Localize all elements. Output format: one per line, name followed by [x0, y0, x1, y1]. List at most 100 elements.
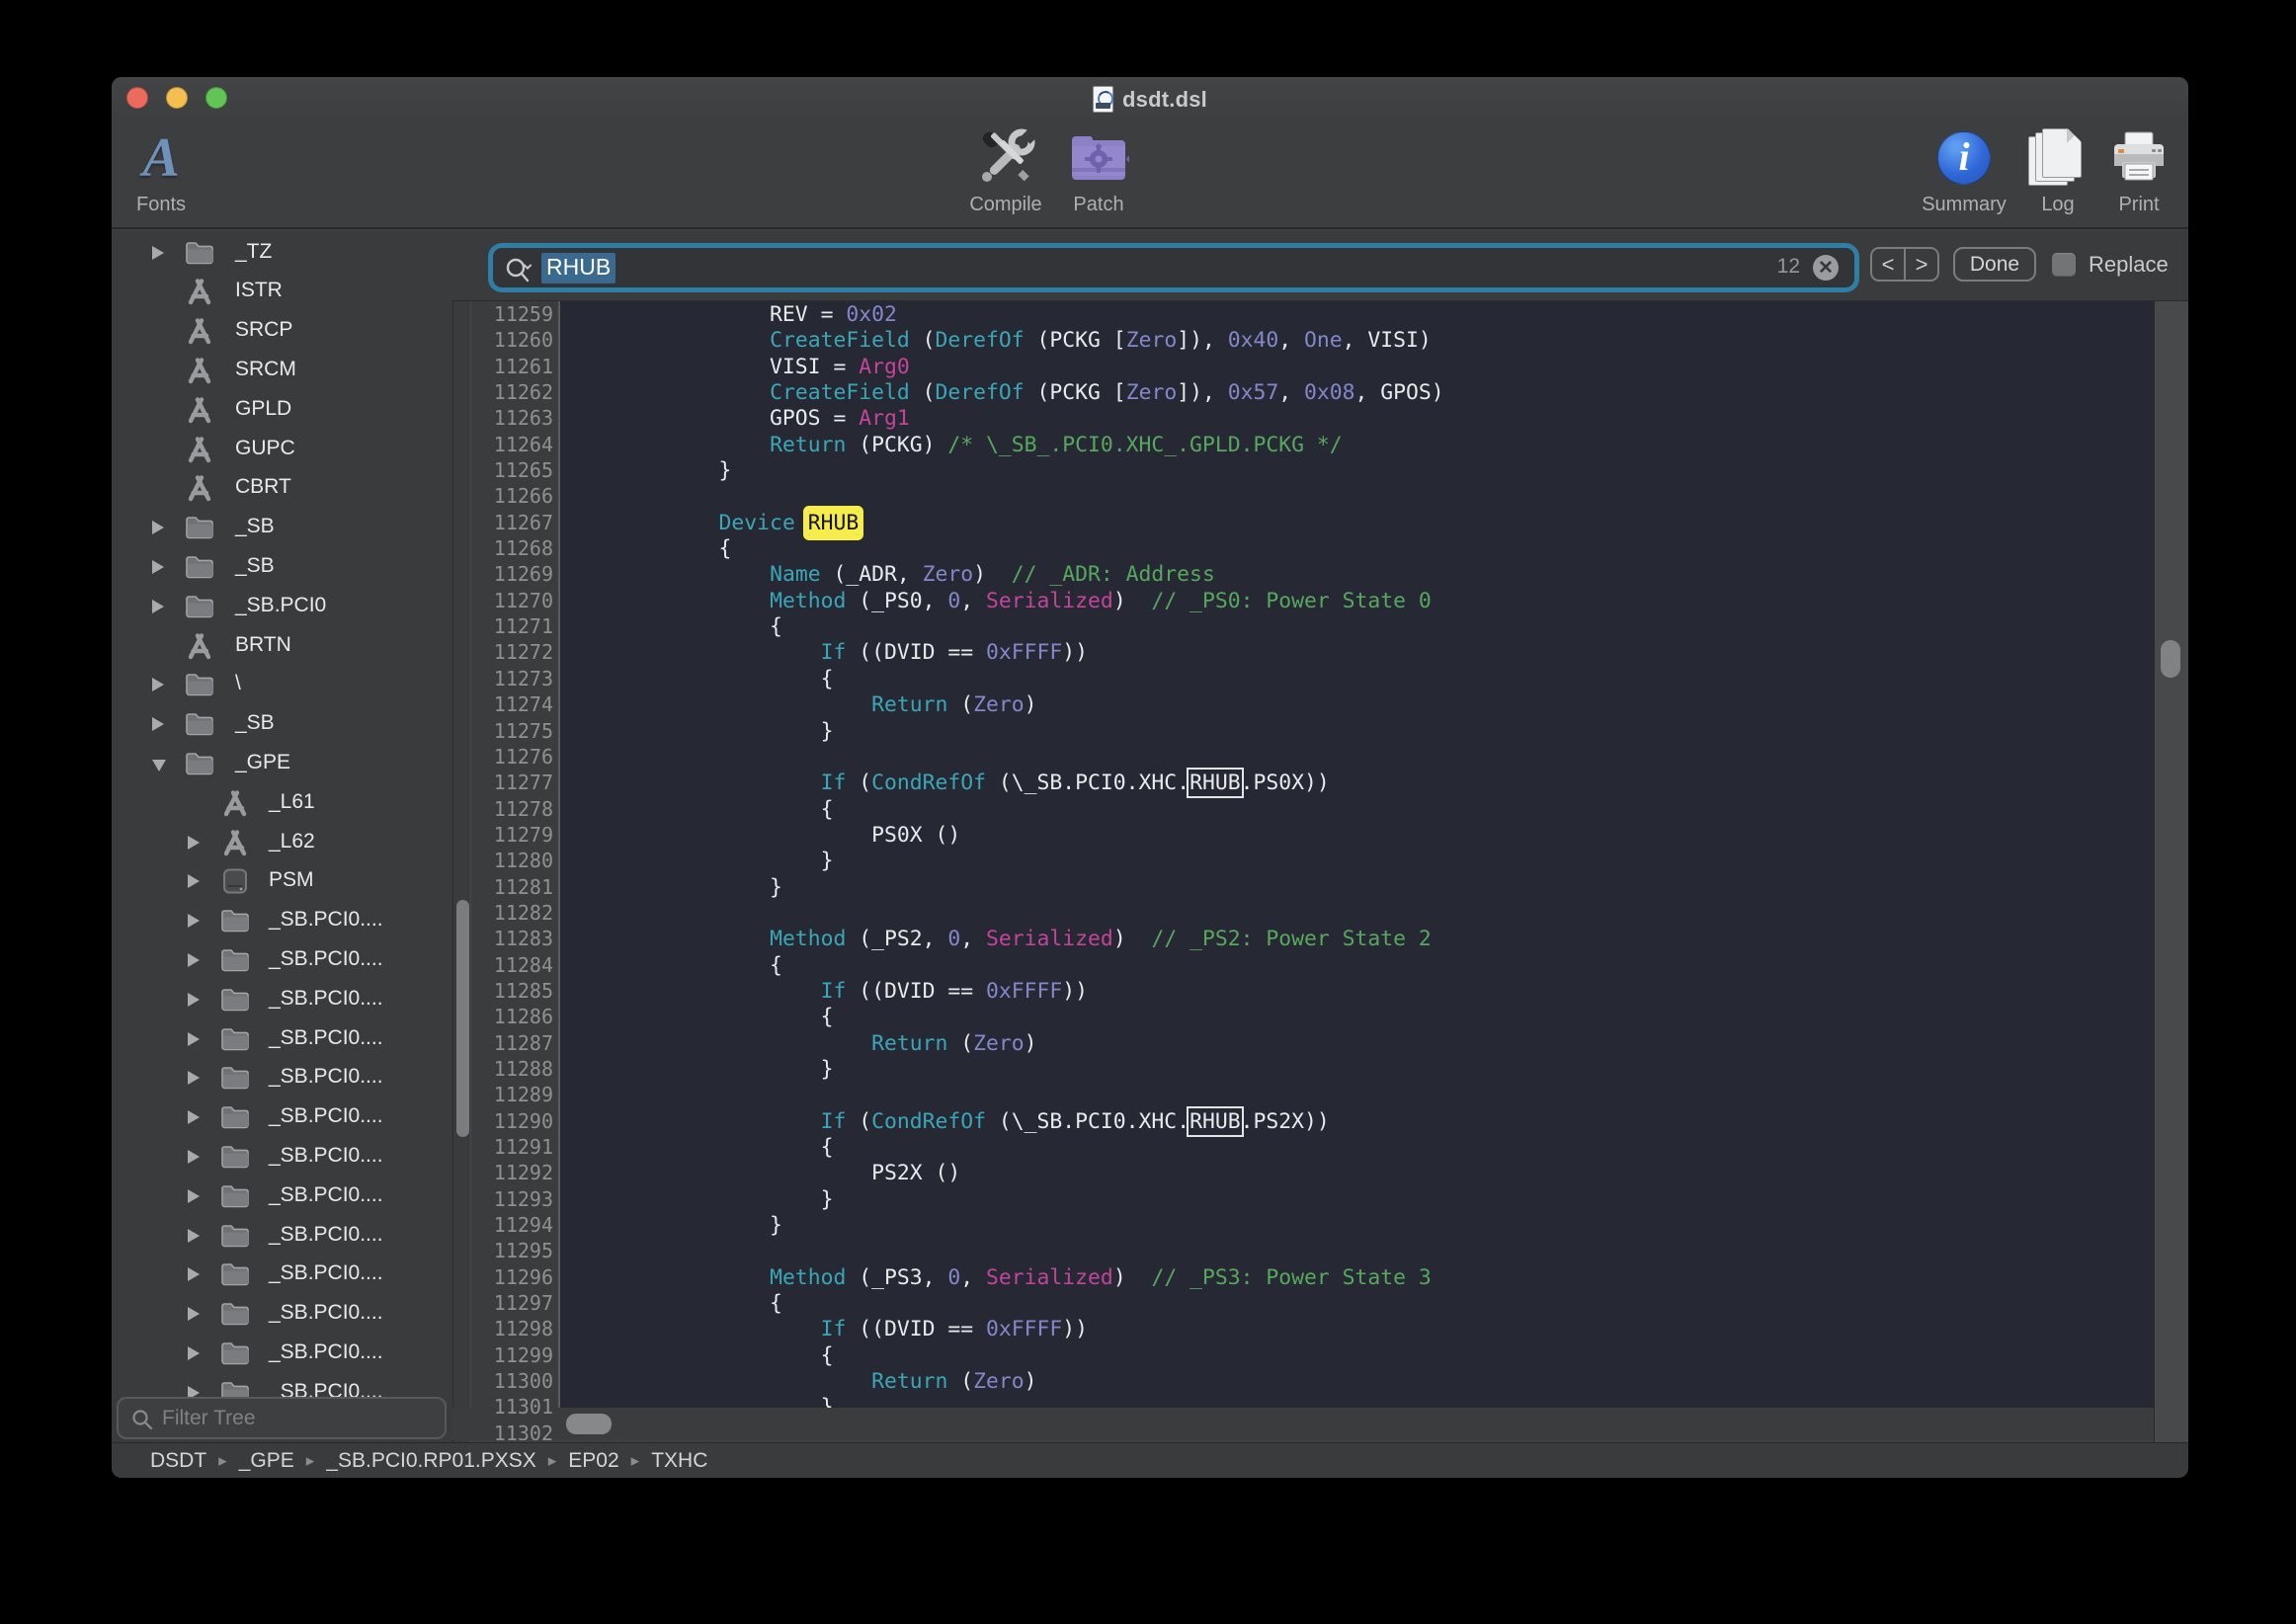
tree-item-_l62[interactable]: _L62: [112, 823, 452, 862]
disclosure-triangle-icon[interactable]: [188, 836, 200, 850]
disclosure-triangle-icon[interactable]: [188, 1189, 200, 1203]
clear-search-button[interactable]: ✕: [1813, 255, 1839, 281]
sidebar-scrollbar[interactable]: [452, 231, 471, 1442]
tree-item-_sbpci0[interactable]: _SB.PCI0....: [112, 980, 452, 1019]
search-input[interactable]: RHUB 12 ✕: [493, 248, 1854, 287]
disclosure-triangle-icon[interactable]: [152, 246, 164, 260]
line-number: 11277: [471, 770, 558, 795]
disclosure-triangle-icon[interactable]: [188, 993, 200, 1007]
disclosure-triangle-icon[interactable]: [188, 1229, 200, 1243]
disclosure-triangle-icon[interactable]: [152, 560, 164, 574]
disclosure-triangle-icon[interactable]: [152, 760, 166, 771]
disclosure-triangle-icon[interactable]: [188, 1110, 200, 1124]
tree-item-_tz[interactable]: _TZ: [112, 233, 452, 273]
done-button[interactable]: Done: [1953, 247, 2036, 282]
symbol-tree[interactable]: _TZISTRSRCPSRCMGPLDGUPCCBRT_SB_SB_SB.PCI…: [112, 231, 452, 1472]
tree-item-_sbpci0[interactable]: _SB.PCI0....: [112, 1334, 452, 1373]
tree-item-_sbpci0[interactable]: _SB.PCI0....: [112, 1058, 452, 1097]
tree-item-cbrt[interactable]: CBRT: [112, 468, 452, 508]
disclosure-triangle-icon[interactable]: [188, 1071, 200, 1085]
tree-item-_l61[interactable]: _L61: [112, 783, 452, 823]
tree-item-istr[interactable]: ISTR: [112, 272, 452, 311]
filter-tree-field[interactable]: Filter Tree: [117, 1397, 447, 1439]
tree-item-srcp[interactable]: SRCP: [112, 311, 452, 351]
tree-item-_sbpci0[interactable]: _SB.PCI0....: [112, 1294, 452, 1334]
disclosure-triangle-icon[interactable]: [188, 1346, 200, 1360]
toolbar: A Fonts: [112, 122, 2188, 229]
tree-item-_sbpci0[interactable]: _SB.PCI0....: [112, 1216, 452, 1256]
previous-match-button[interactable]: <: [1872, 249, 1906, 280]
line-number: 11281: [471, 874, 558, 900]
code-line: [566, 901, 1444, 927]
tree-item-_sb[interactable]: _SB: [112, 508, 452, 547]
breadcrumb-item[interactable]: DSDT: [150, 1449, 206, 1473]
disclosure-triangle-icon[interactable]: [152, 600, 164, 613]
find-bar: RHUB 12 ✕ < > Done Replace: [452, 231, 2188, 301]
tree-item-gpld[interactable]: GPLD: [112, 390, 452, 430]
tree-item-brtn[interactable]: BRTN: [112, 626, 452, 666]
zoom-window-button[interactable]: [205, 87, 227, 109]
tree-item-_sbpci0[interactable]: _SB.PCI0....: [112, 1019, 452, 1059]
breadcrumb-separator-icon: ▸: [631, 1451, 640, 1471]
breadcrumb-item[interactable]: EP02: [568, 1449, 618, 1473]
disclosure-triangle-icon[interactable]: [152, 717, 164, 731]
next-match-button[interactable]: >: [1906, 249, 1937, 280]
patch-button[interactable]: Patch: [1025, 122, 1173, 227]
close-window-button[interactable]: [126, 87, 148, 109]
line-number: 11260: [471, 327, 558, 353]
sidebar-scrollbar-thumb[interactable]: [456, 900, 469, 1137]
disclosure-triangle-icon[interactable]: [188, 874, 200, 888]
editor-horizontal-scrollbar[interactable]: [452, 1408, 2154, 1440]
breadcrumb-item[interactable]: _SB.PCI0.RP01.PXSX: [326, 1449, 535, 1473]
fonts-button[interactable]: A Fonts: [112, 122, 235, 227]
code-line: PS2X (): [566, 1161, 1444, 1186]
vertical-scrollbar-thumb[interactable]: [2161, 640, 2180, 678]
tree-item-_sbpci0[interactable]: _SB.PCI0: [112, 587, 452, 626]
line-number: 11293: [471, 1186, 558, 1212]
disclosure-triangle-icon[interactable]: [188, 914, 200, 928]
tree-item-_sb[interactable]: _SB: [112, 547, 452, 587]
code-line: }: [566, 1395, 1444, 1408]
tree-item-label: _SB: [235, 515, 275, 538]
horizontal-scrollbar-thumb[interactable]: [566, 1414, 612, 1434]
code-editor[interactable]: REV = 0x02 CreateField (DerefOf (PCKG [Z…: [560, 301, 2154, 1408]
editor-vertical-scrollbar[interactable]: [2154, 301, 2188, 1442]
breadcrumb-item[interactable]: _GPE: [239, 1449, 294, 1473]
folder-icon: [219, 946, 251, 974]
tree-item-psm[interactable]: PSM: [112, 861, 452, 901]
line-number: 11286: [471, 1004, 558, 1029]
tree-item-_sbpci0[interactable]: _SB.PCI0....: [112, 940, 452, 980]
tree-item-label: SRCM: [235, 358, 296, 381]
tree-item-_sb[interactable]: _SB: [112, 704, 452, 744]
minimize-window-button[interactable]: [166, 87, 188, 109]
disclosure-triangle-icon[interactable]: [188, 1032, 200, 1046]
disclosure-triangle-icon[interactable]: [152, 521, 164, 534]
disclosure-triangle-icon[interactable]: [188, 1150, 200, 1164]
tree-item-_sbpci0[interactable]: _SB.PCI0....: [112, 901, 452, 940]
breadcrumb-item[interactable]: TXHC: [651, 1449, 707, 1473]
disclosure-triangle-icon[interactable]: [188, 953, 200, 967]
print-button[interactable]: Print: [2065, 122, 2188, 227]
code-line: }: [566, 1187, 1444, 1213]
disclosure-triangle-icon[interactable]: [188, 1307, 200, 1321]
line-number: 11283: [471, 926, 558, 951]
tree-item-label: _SB.PCI0....: [269, 1223, 383, 1247]
tree-item-gupc[interactable]: GUPC: [112, 430, 452, 469]
disclosure-triangle-icon[interactable]: [152, 678, 164, 691]
tree-item-[interactable]: \: [112, 665, 452, 704]
search-icon[interactable]: [505, 256, 538, 285]
disclosure-triangle-icon[interactable]: [188, 1267, 200, 1281]
line-number: 11261: [471, 354, 558, 379]
tree-item-_sbpci0[interactable]: _SB.PCI0....: [112, 1097, 452, 1137]
line-number: 11297: [471, 1290, 558, 1316]
tree-item-_gpe[interactable]: _GPE: [112, 744, 452, 783]
tree-item-_sbpci0[interactable]: _SB.PCI0....: [112, 1177, 452, 1216]
tree-item-srcm[interactable]: SRCM: [112, 351, 452, 390]
replace-checkbox[interactable]: [2052, 253, 2076, 277]
tree-item-label: _SB.PCI0....: [269, 1026, 383, 1050]
tree-item-_sbpci0[interactable]: _SB.PCI0....: [112, 1255, 452, 1294]
code-line: If ((DVID == 0xFFFF)): [566, 1317, 1444, 1342]
tree-item-_sbpci0[interactable]: _SB.PCI0....: [112, 1137, 452, 1177]
tree-item-label: _TZ: [235, 240, 272, 264]
line-number: 11295: [471, 1238, 558, 1263]
